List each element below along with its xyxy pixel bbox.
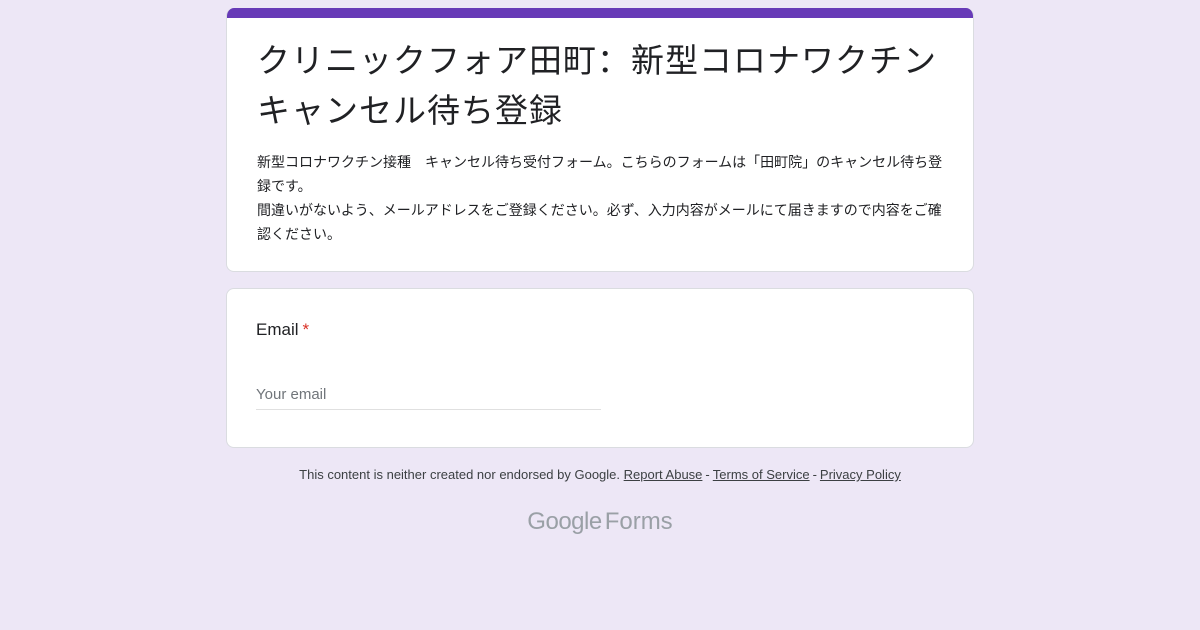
required-asterisk: * [302, 320, 310, 339]
separator: - [705, 467, 710, 482]
terms-of-service-link[interactable]: Terms of Service [713, 467, 810, 482]
google-wordmark: Google [527, 508, 602, 535]
separator: - [812, 467, 817, 482]
email-question-label: Email * [256, 320, 309, 340]
footer-disclaimer: This content is neither created nor endo… [0, 467, 1200, 482]
accent-bar [227, 8, 973, 18]
form-column: クリニックフォア田町：新型コロナワクチンキャンセル待ち登録 新型コロナワクチン接… [226, 8, 974, 448]
email-question-card: Email * [226, 288, 974, 448]
form-description: 新型コロナワクチン接種 キャンセル待ち受付フォーム。こちらのフォームは「田町院」… [257, 155, 943, 243]
forms-wordmark: Forms [604, 508, 673, 535]
google-forms-logo[interactable]: Google Forms [0, 508, 1200, 536]
report-abuse-link[interactable]: Report Abuse [624, 467, 703, 482]
email-input[interactable] [256, 379, 601, 410]
disclaimer-text: This content is neither created nor endo… [299, 467, 621, 482]
form-title: クリニックフォア田町：新型コロナワクチンキャンセル待ち登録 [257, 41, 937, 130]
email-label-text: Email [256, 320, 299, 339]
form-header-card: クリニックフォア田町：新型コロナワクチンキャンセル待ち登録 新型コロナワクチン接… [226, 8, 974, 272]
privacy-policy-link[interactable]: Privacy Policy [820, 467, 901, 482]
